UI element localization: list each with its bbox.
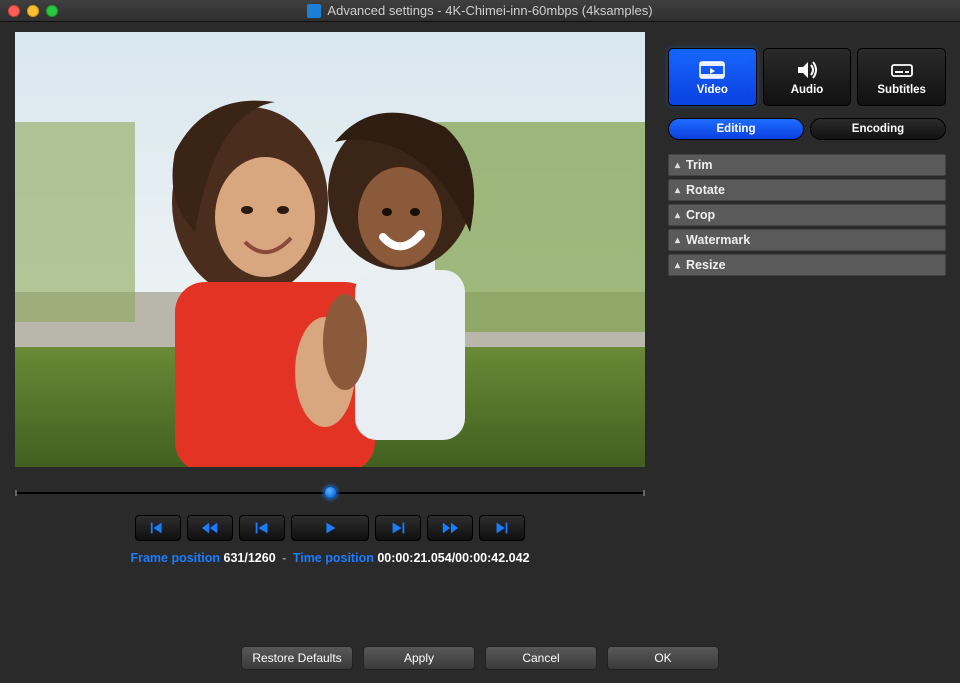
preview-pane: Frame position 631/1260 - Time position … [0,32,660,633]
transport-controls [135,515,525,541]
settings-pane: Video Audio Subtitles Editing Encoding T… [660,32,960,633]
zoom-window-button[interactable] [46,5,58,17]
tab-video[interactable]: Video [668,48,757,106]
subtitles-icon [889,59,915,81]
goto-end-button[interactable] [479,515,525,541]
titlebar: Advanced settings - 4K-Chimei-inn-60mbps… [0,0,960,22]
accordion-trim[interactable]: Trim [668,154,946,176]
accordion-resize[interactable]: Resize [668,254,946,276]
audio-icon [794,59,820,81]
goto-start-button[interactable] [135,515,181,541]
playhead[interactable] [324,486,337,499]
subtab-encoding[interactable]: Encoding [810,118,946,140]
cancel-button[interactable]: Cancel [485,646,597,670]
video-preview[interactable] [15,32,645,467]
time-position-label: Time position [293,551,374,565]
accordion-crop[interactable]: Crop [668,204,946,226]
frame-position-label: Frame position [130,551,220,565]
position-readout: Frame position 631/1260 - Time position … [130,551,529,565]
fast-forward-button[interactable] [427,515,473,541]
ok-button[interactable]: OK [607,646,719,670]
dialog-footer: Restore Defaults Apply Cancel OK [0,633,960,683]
subtab-editing[interactable]: Editing [668,118,804,140]
accordion-watermark[interactable]: Watermark [668,229,946,251]
restore-defaults-button[interactable]: Restore Defaults [241,646,353,670]
frame-position-value: 631/1260 [224,551,276,565]
window-title: Advanced settings - 4K-Chimei-inn-60mbps… [327,3,652,18]
step-back-button[interactable] [239,515,285,541]
editing-accordion: Trim Rotate Crop Watermark Resize [668,154,946,276]
timeline-slider[interactable] [15,485,645,501]
close-window-button[interactable] [8,5,20,17]
minimize-window-button[interactable] [27,5,39,17]
tab-audio[interactable]: Audio [763,48,852,106]
accordion-rotate[interactable]: Rotate [668,179,946,201]
video-icon [699,59,725,81]
time-position-value: 00:00:21.054/00:00:42.042 [377,551,529,565]
app-icon [307,4,321,18]
rewind-button[interactable] [187,515,233,541]
play-button[interactable] [291,515,369,541]
step-forward-button[interactable] [375,515,421,541]
apply-button[interactable]: Apply [363,646,475,670]
tab-subtitles[interactable]: Subtitles [857,48,946,106]
